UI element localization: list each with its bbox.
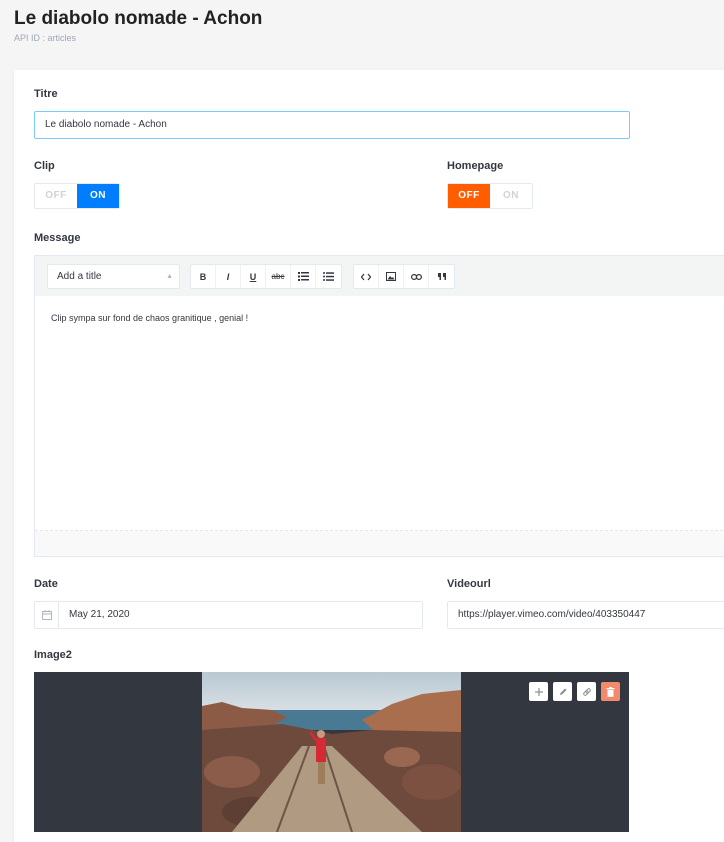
titre-label: Titre [34,88,58,100]
homepage-label: Homepage [447,160,504,172]
link-icon[interactable] [404,265,429,288]
heading-select-value: Add a title [57,271,102,282]
date-value: May 21, 2020 [69,609,130,620]
delete-icon[interactable] [601,682,620,701]
quote-icon[interactable] [429,265,454,288]
image2-preview[interactable] [34,672,629,832]
page-title: Le diabolo nomade - Achon [14,8,263,29]
link-icon[interactable] [577,682,596,701]
api-id: API ID : articles [14,33,77,43]
italic-button[interactable]: I [216,265,241,288]
date-label: Date [34,578,58,590]
underline-button[interactable]: U [241,265,266,288]
editor-toolbar: Add a title ▲▼ B I U abc [35,256,724,303]
page-header: Le diabolo nomade - Achon API ID : artic… [14,8,262,43]
message-editor: Add a title ▲▼ B I U abc [34,255,724,557]
calendar-icon [35,602,59,628]
insert-group [353,264,455,289]
edit-form-card: Titre Le diabolo nomade - Achon Clip OFF… [14,70,724,842]
clip-on-option[interactable]: ON [77,184,119,208]
message-content[interactable]: Clip sympa sur fond de chaos granitique … [35,296,724,531]
clip-toggle[interactable]: OFF ON [34,183,120,209]
homepage-toggle[interactable]: OFF ON [447,183,533,209]
image-thumbnail [202,672,461,832]
clip-label: Clip [34,160,55,172]
clip-off-option[interactable]: OFF [35,184,77,208]
ordered-list-icon[interactable] [291,265,316,288]
bullet-list-icon[interactable] [316,265,341,288]
image-actions [529,682,620,701]
date-input[interactable]: May 21, 2020 [34,601,423,629]
edit-icon[interactable] [553,682,572,701]
image-icon[interactable] [379,265,404,288]
message-label: Message [34,232,81,244]
homepage-on-option[interactable]: ON [490,184,532,208]
format-group: B I U abc [190,264,342,289]
videourl-label: Videourl [447,578,491,590]
bold-button[interactable]: B [191,265,216,288]
videourl-input[interactable]: https://player.vimeo.com/video/403350447 [447,601,724,629]
strikethrough-button[interactable]: abc [266,265,291,288]
heading-select[interactable]: Add a title ▲▼ [47,264,180,303]
titre-input[interactable]: Le diabolo nomade - Achon [34,111,630,139]
image2-label: Image2 [34,649,72,661]
code-icon[interactable] [354,265,379,288]
homepage-off-option[interactable]: OFF [448,184,490,208]
add-icon[interactable] [529,682,548,701]
